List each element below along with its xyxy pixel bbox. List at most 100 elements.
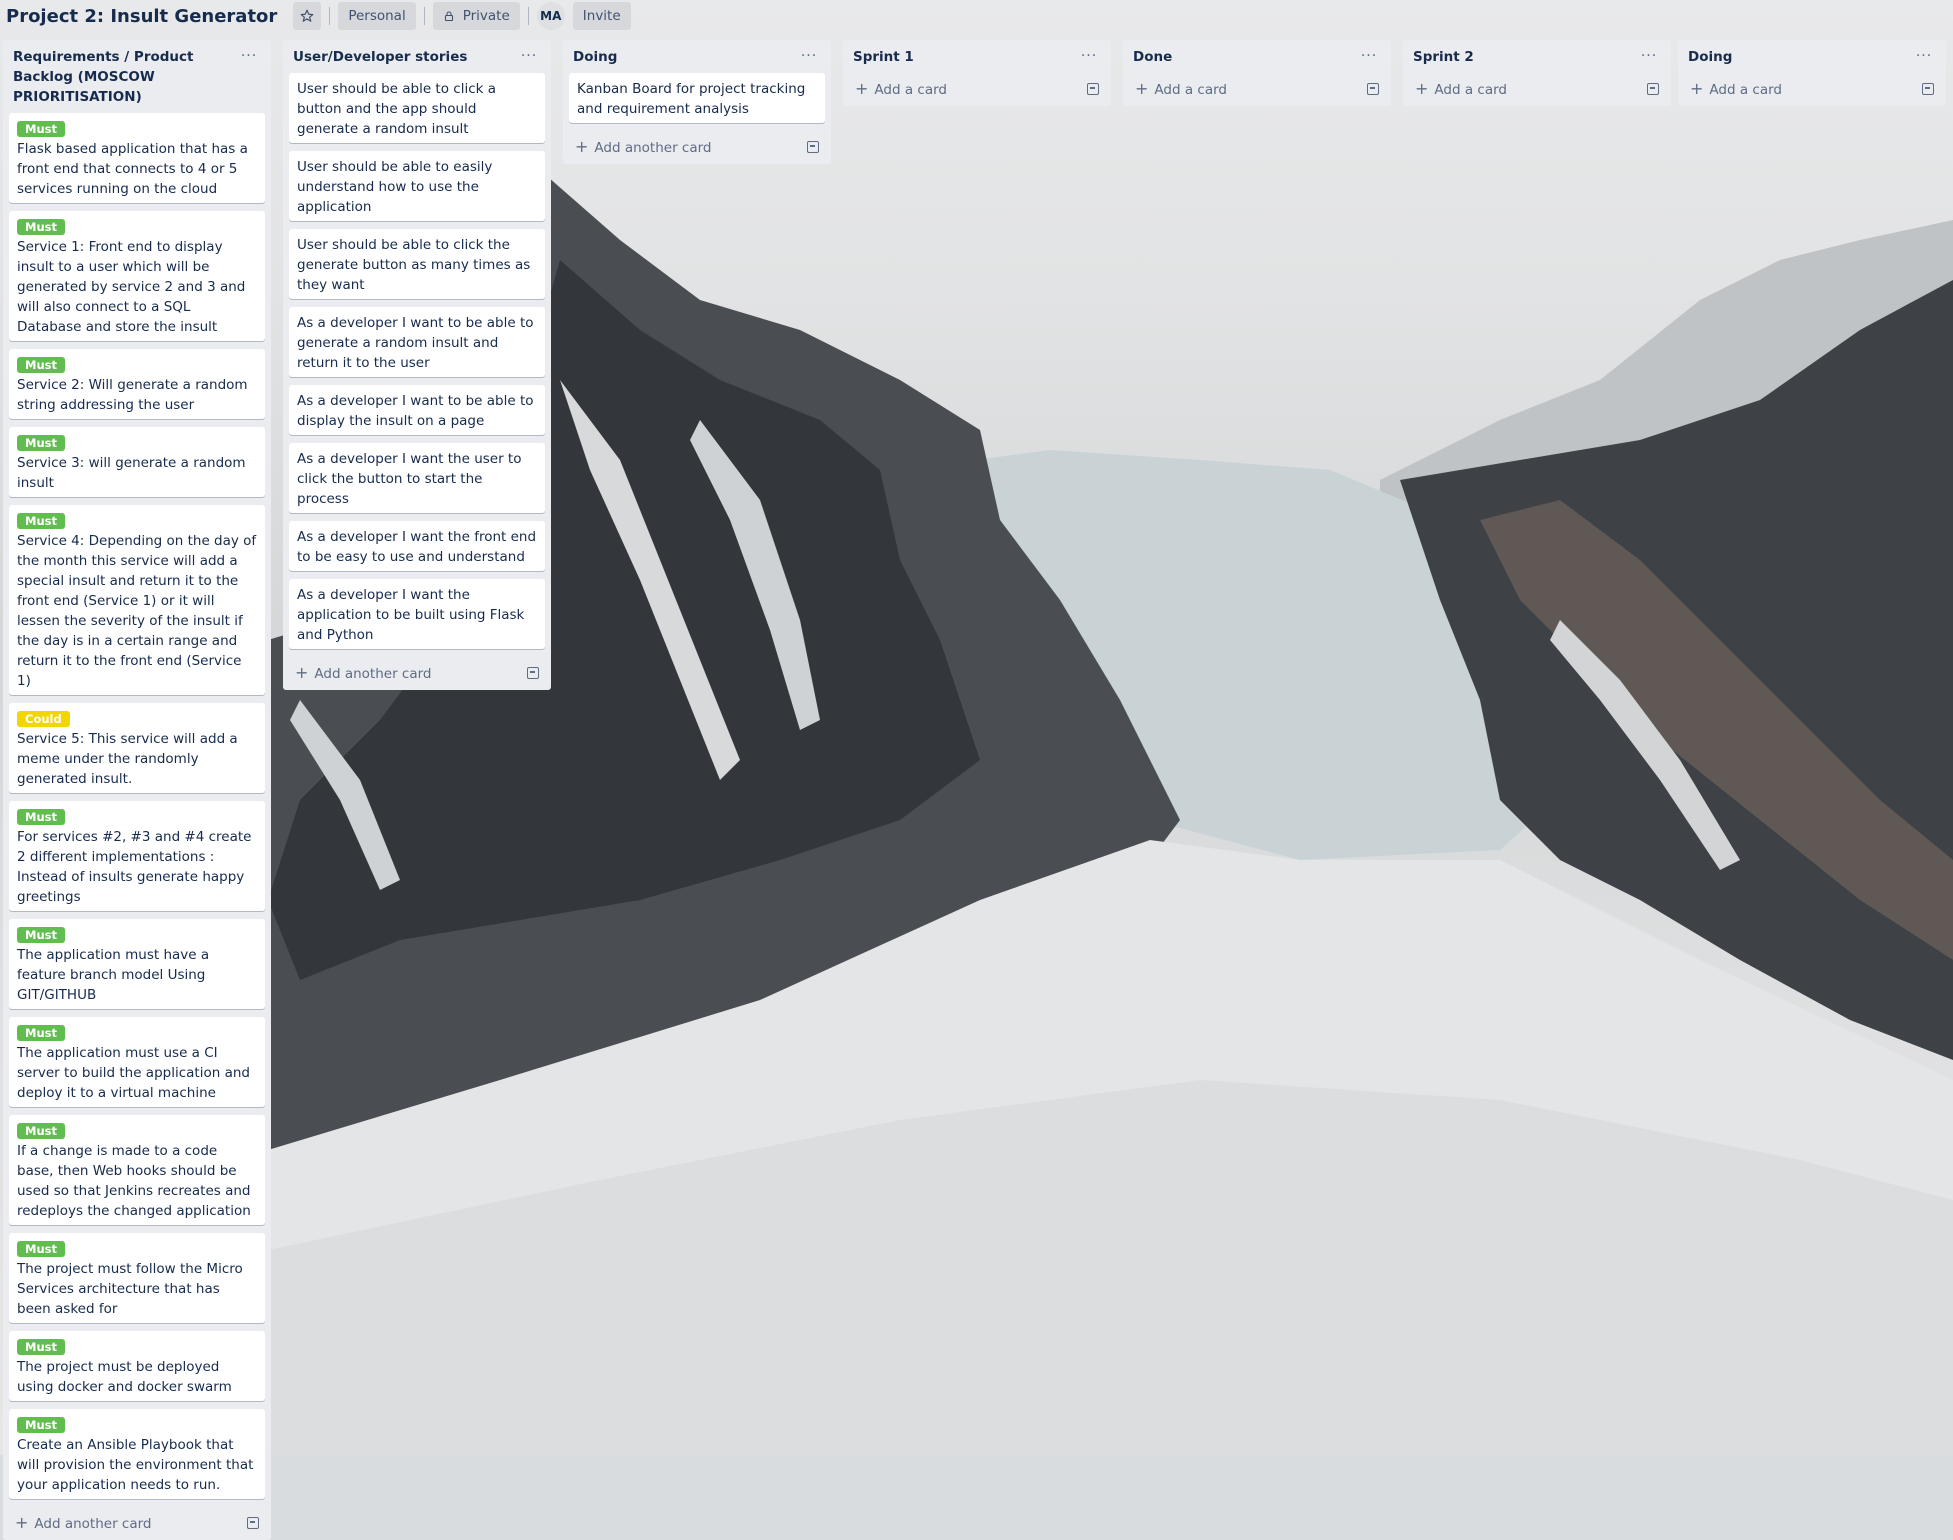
card[interactable]: User should be able to click a button an… bbox=[289, 73, 545, 143]
list-header: Requirements / Product Backlog (MOSCOW P… bbox=[9, 40, 265, 113]
card-text: Service 1: Front end to display insult t… bbox=[17, 239, 246, 335]
card[interactable]: Must Create an Ansible Playbook that will… bbox=[9, 1409, 265, 1499]
more-horizontal-icon[interactable]: ··· bbox=[517, 47, 541, 65]
card[interactable]: Must For services #2, #3 and #4 create 2 … bbox=[9, 801, 265, 911]
list-title[interactable]: User/Developer stories bbox=[293, 47, 513, 67]
card[interactable]: Must Flask based application that has a f… bbox=[9, 113, 265, 203]
card-text: User should be able to click the generat… bbox=[297, 237, 531, 293]
add-card-button[interactable]: + Add a card bbox=[1684, 73, 1940, 106]
plus-icon: + bbox=[1415, 79, 1429, 98]
card-template-icon[interactable] bbox=[1922, 82, 1934, 95]
list-header: Sprint 2 ··· bbox=[1409, 40, 1665, 73]
list-requirements: Requirements / Product Backlog (MOSCOW P… bbox=[3, 40, 271, 1540]
card-text: Service 3: will generate a random insult bbox=[17, 455, 246, 491]
list-sprint-1: Sprint 1 ··· + Add a card bbox=[843, 40, 1111, 106]
header-divider bbox=[423, 7, 425, 25]
add-card-label: Add another card bbox=[34, 1516, 152, 1532]
card[interactable]: As a developer I want to be able to gene… bbox=[289, 307, 545, 377]
list-title[interactable]: Requirements / Product Backlog (MOSCOW P… bbox=[13, 47, 233, 107]
label-could: Could bbox=[17, 711, 70, 727]
add-card-button[interactable]: + Add another card bbox=[289, 657, 545, 690]
visibility-label: Private bbox=[462, 8, 510, 24]
list-title[interactable]: Done bbox=[1133, 47, 1353, 67]
label-must: Must bbox=[17, 435, 65, 451]
card[interactable]: User should be able to click the generat… bbox=[289, 229, 545, 299]
card-template-icon[interactable] bbox=[807, 140, 819, 153]
card[interactable]: Must Service 3: will generate a random in… bbox=[9, 427, 265, 497]
list-header: Doing ··· bbox=[569, 40, 825, 73]
add-card-button[interactable]: + Add a card bbox=[849, 73, 1105, 106]
lock-icon bbox=[444, 11, 453, 22]
card-text: Kanban Board for project tracking and re… bbox=[577, 81, 806, 117]
add-card-button[interactable]: + Add a card bbox=[1409, 73, 1665, 106]
card[interactable]: Could Service 5: This service will add a … bbox=[9, 703, 265, 793]
add-card-label: Add a card bbox=[874, 82, 947, 98]
list-sprint-2: Sprint 2 ··· + Add a card bbox=[1403, 40, 1671, 106]
add-card-label: Add a card bbox=[1154, 82, 1227, 98]
label-must: Must bbox=[17, 1241, 65, 1257]
plus-icon: + bbox=[855, 79, 869, 98]
more-horizontal-icon[interactable]: ··· bbox=[1077, 47, 1101, 65]
board-title[interactable]: Project 2: Insult Generator bbox=[6, 6, 277, 27]
add-card-button[interactable]: + Add another card bbox=[569, 131, 825, 164]
card[interactable]: Must The project must be deployed using d… bbox=[9, 1331, 265, 1401]
workspace-button[interactable]: Personal bbox=[338, 2, 416, 30]
card-text: Service 4: Depending on the day of the m… bbox=[17, 533, 257, 689]
card[interactable]: User should be able to easily understand… bbox=[289, 151, 545, 221]
card[interactable]: Must The application must have a feature … bbox=[9, 919, 265, 1009]
card-template-icon[interactable] bbox=[247, 1516, 259, 1529]
card[interactable]: As a developer I want to be able to disp… bbox=[289, 385, 545, 435]
member-avatar[interactable]: MA bbox=[536, 2, 565, 30]
card-template-icon[interactable] bbox=[1367, 82, 1379, 95]
card-text: As a developer I want to be able to gene… bbox=[297, 315, 534, 371]
card-text: Service 2: Will generate a random string… bbox=[17, 377, 248, 413]
more-horizontal-icon[interactable]: ··· bbox=[1637, 47, 1661, 65]
label-must: Must bbox=[17, 357, 65, 373]
star-button[interactable] bbox=[293, 2, 322, 30]
card-text: For services #2, #3 and #4 create 2 diff… bbox=[17, 829, 252, 905]
list-header: Done ··· bbox=[1129, 40, 1385, 73]
card[interactable]: Kanban Board for project tracking and re… bbox=[569, 73, 825, 123]
more-horizontal-icon[interactable]: ··· bbox=[797, 47, 821, 65]
more-horizontal-icon[interactable]: ··· bbox=[1357, 47, 1381, 65]
card-text: As a developer I want the user to click … bbox=[297, 451, 522, 507]
list-title[interactable]: Sprint 1 bbox=[853, 47, 1073, 67]
add-card-button[interactable]: + Add another card bbox=[9, 1507, 265, 1540]
list-header: Sprint 1 ··· bbox=[849, 40, 1105, 73]
card-template-icon[interactable] bbox=[1647, 82, 1659, 95]
list-title[interactable]: Doing bbox=[573, 47, 793, 67]
card[interactable]: Must Service 4: Depending on the day of t… bbox=[9, 505, 265, 695]
label-must: Must bbox=[17, 1417, 65, 1433]
card[interactable]: As a developer I want the front end to b… bbox=[289, 521, 545, 571]
more-horizontal-icon[interactable]: ··· bbox=[1912, 47, 1936, 65]
label-must: Must bbox=[17, 1339, 65, 1355]
star-icon bbox=[300, 9, 314, 22]
add-card-label: Add a card bbox=[1434, 82, 1507, 98]
invite-button[interactable]: Invite bbox=[572, 2, 631, 30]
list-title[interactable]: Sprint 2 bbox=[1413, 47, 1633, 67]
card[interactable]: Must If a change is made to a code base, … bbox=[9, 1115, 265, 1225]
card[interactable]: Must The application must use a CI server… bbox=[9, 1017, 265, 1107]
card-template-icon[interactable] bbox=[527, 666, 539, 679]
visibility-button[interactable]: Private bbox=[432, 2, 520, 30]
plus-icon: + bbox=[1135, 79, 1149, 98]
plus-icon: + bbox=[575, 137, 589, 156]
add-card-button[interactable]: + Add a card bbox=[1129, 73, 1385, 106]
card[interactable]: Must The project must follow the Micro Se… bbox=[9, 1233, 265, 1323]
card[interactable]: As a developer I want the application to… bbox=[289, 579, 545, 649]
label-must: Must bbox=[17, 1025, 65, 1041]
list-header: Doing ··· bbox=[1684, 40, 1940, 73]
card-template-icon[interactable] bbox=[1087, 82, 1099, 95]
list-header: User/Developer stories ··· bbox=[289, 40, 545, 73]
card[interactable]: As a developer I want the user to click … bbox=[289, 443, 545, 513]
card-text: As a developer I want the front end to b… bbox=[297, 529, 537, 565]
card-text: As a developer I want to be able to disp… bbox=[297, 393, 534, 429]
card[interactable]: Must Service 1: Front end to display insu… bbox=[9, 211, 265, 341]
card-text: If a change is made to a code base, then… bbox=[17, 1143, 251, 1219]
label-must: Must bbox=[17, 1123, 65, 1139]
list-title[interactable]: Doing bbox=[1688, 47, 1908, 67]
more-horizontal-icon[interactable]: ··· bbox=[237, 47, 261, 65]
label-must: Must bbox=[17, 927, 65, 943]
card[interactable]: Must Service 2: Will generate a random st… bbox=[9, 349, 265, 419]
board-header: Project 2: Insult Generator Personal Pri… bbox=[0, 0, 1953, 32]
